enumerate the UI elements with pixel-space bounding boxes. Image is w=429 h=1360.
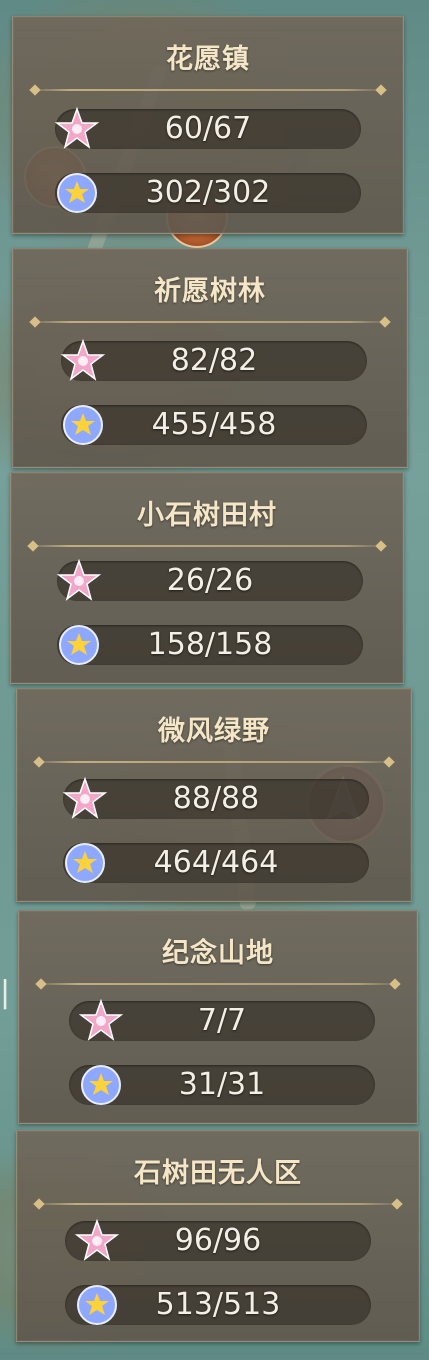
region-name: 祈愿树林 (154, 276, 266, 307)
region-panel-stone-field-wilds[interactable]: 石树田无人区 96/96 513/513 (16, 1130, 420, 1342)
orb-count-value: 513/513 (155, 1287, 281, 1322)
star-count-value: 96/96 (174, 1223, 262, 1258)
title-divider (33, 983, 403, 985)
orb-count-value: 158/158 (147, 627, 273, 662)
region-name: 微风绿野 (158, 716, 270, 747)
region-panel-wishing-woods[interactable]: 祈愿树林 82/82 455/458 (12, 248, 408, 468)
map-partial-text: | (0, 975, 11, 1010)
star-count-value: 82/82 (170, 343, 258, 378)
orb-count-row: 302/302 (55, 173, 361, 213)
orb-count-value: 455/458 (151, 407, 277, 442)
title-divider (25, 545, 389, 547)
region-name: 石树田无人区 (134, 1158, 302, 1189)
star-count-value: 60/67 (164, 111, 252, 146)
star-count-row: 7/7 (69, 998, 375, 1041)
title-divider (27, 321, 393, 323)
title-divider (31, 1203, 405, 1205)
orb-count-row: 513/513 (65, 1285, 371, 1325)
star-count-row: 88/88 (62, 776, 369, 819)
star-count-value: 26/26 (166, 563, 254, 598)
star-count-row: 96/96 (65, 1218, 371, 1261)
orb-count-row: 31/31 (69, 1065, 375, 1105)
orb-count-row: 158/158 (57, 625, 363, 665)
orb-count-value: 464/464 (153, 845, 279, 880)
region-name: 纪念山地 (162, 938, 274, 969)
star-count-value: 7/7 (197, 1003, 247, 1038)
region-panel-small-stone-village[interactable]: 小石树田村 26/26 158/158 (10, 472, 404, 684)
title-divider (27, 89, 389, 91)
star-count-row: 26/26 (56, 558, 363, 601)
region-panel-huayuan-town[interactable]: 花愿镇 60/67 302/302 (12, 16, 404, 234)
region-name: 小石树田村 (137, 500, 277, 531)
region-panel-breeze-meadow[interactable]: 微风绿野 88/88 464/464 (16, 688, 412, 902)
region-name: 花愿镇 (166, 44, 250, 75)
orb-count-value: 31/31 (178, 1067, 266, 1102)
orb-count-value: 302/302 (145, 175, 271, 210)
star-count-row: 60/67 (54, 106, 361, 149)
region-panel-memorial-highlands[interactable]: 纪念山地 7/7 31/31 (18, 910, 418, 1124)
orb-count-row: 464/464 (63, 843, 369, 883)
orb-count-row: 455/458 (61, 405, 367, 445)
star-count-value: 88/88 (172, 781, 260, 816)
title-divider (31, 761, 397, 763)
star-count-row: 82/82 (60, 338, 367, 381)
